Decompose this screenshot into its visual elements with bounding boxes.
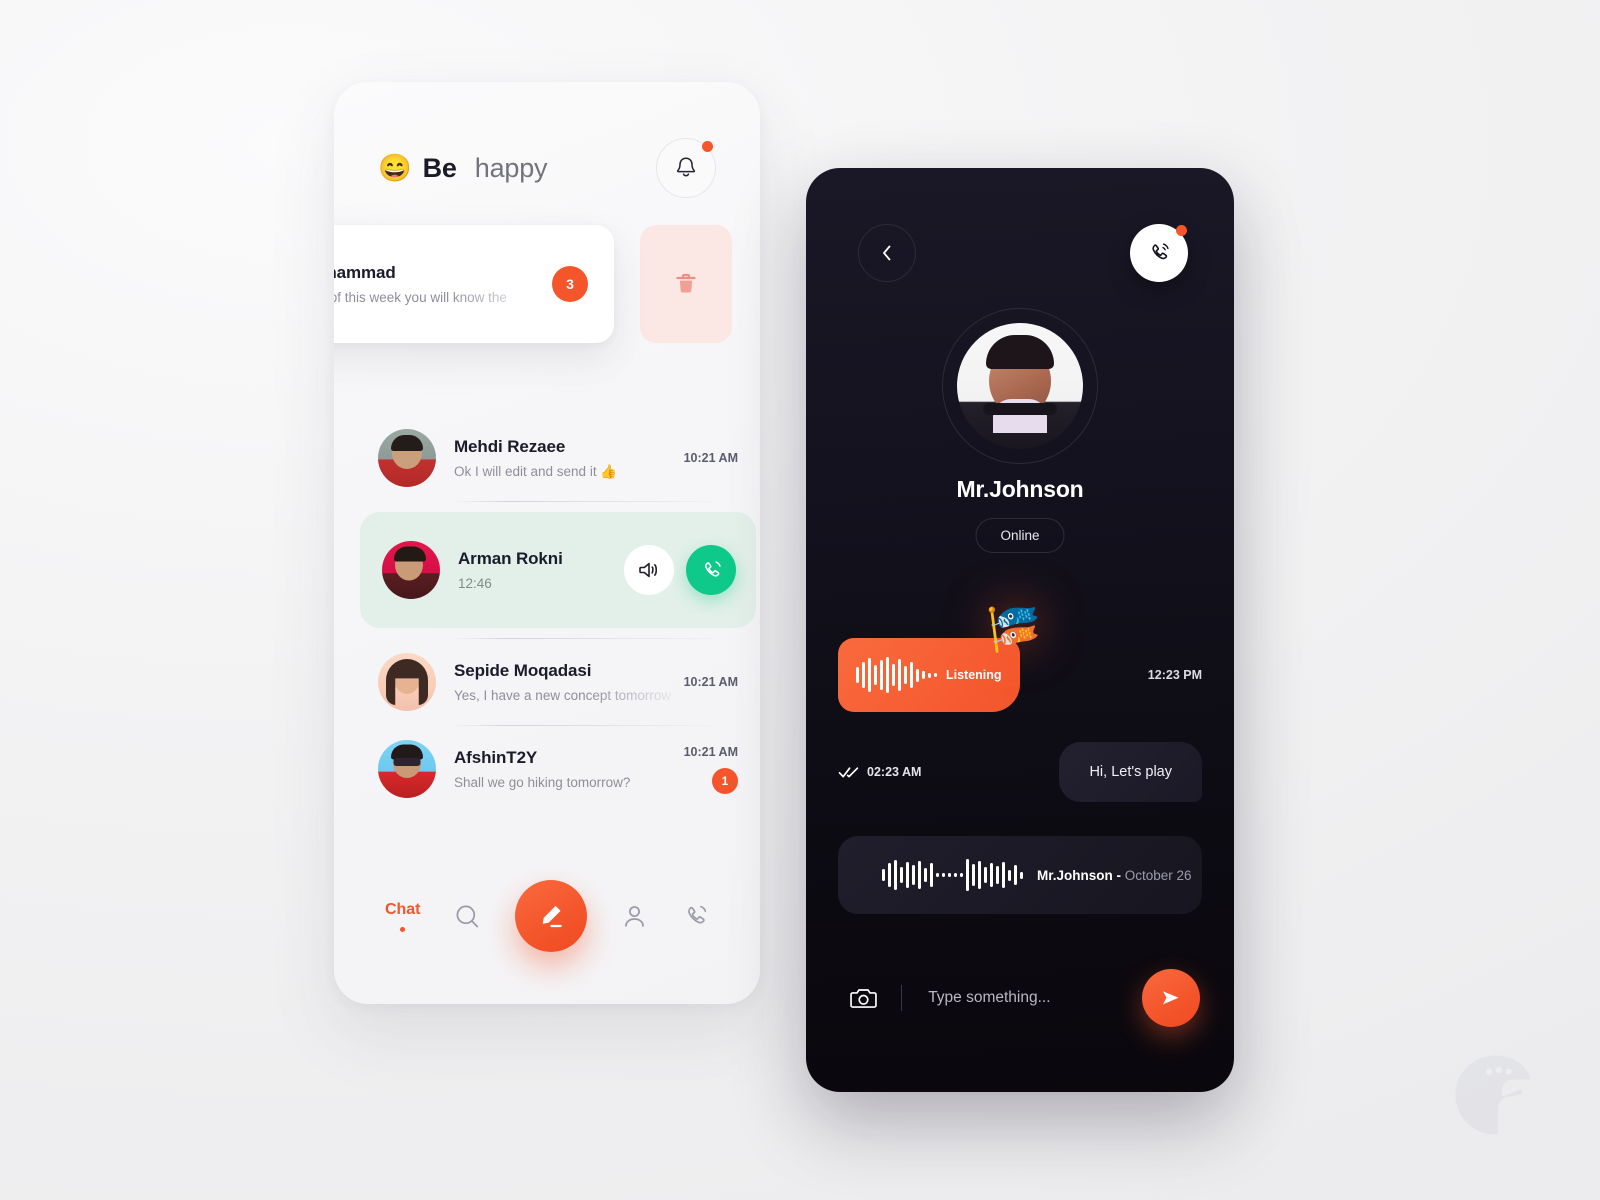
- unread-badge: 1: [712, 767, 738, 794]
- sent-message-time: 02:23 AM: [867, 765, 922, 779]
- peacock-logo: [1452, 1052, 1538, 1138]
- app-canvas: 😄 Be happy ammad f this week you will kn…: [0, 0, 1600, 1200]
- title-bold: Be: [422, 152, 457, 183]
- message-status: 02:23 AM: [838, 765, 921, 779]
- call-notification-dot: [1176, 225, 1187, 236]
- back-button[interactable]: [858, 224, 916, 282]
- message-composer: [806, 958, 1234, 1038]
- call-duration: 12:46: [458, 576, 492, 591]
- compose-button[interactable]: [515, 880, 588, 952]
- grinning-face-icon: 😄: [378, 152, 412, 183]
- avatar: [378, 429, 436, 487]
- unread-badge: 3: [552, 266, 588, 302]
- start-call-button[interactable]: [1130, 224, 1188, 282]
- call-card-texts: Arman Rokni 12:46: [458, 549, 624, 591]
- voice-message-time: 12:23 PM: [1147, 668, 1202, 682]
- conversation-header: [858, 222, 1188, 284]
- chat-item-preview: Yes, I have a new concept tomorrow: [454, 688, 672, 703]
- contact-avatar-ring: [942, 308, 1098, 464]
- nav-item-chat[interactable]: Chat: [385, 901, 421, 932]
- avatar: [382, 541, 440, 599]
- audio-track-artist: Mr.Johnson -: [1037, 867, 1121, 883]
- bottom-navigation: Chat: [334, 868, 760, 964]
- nav-item-calls[interactable]: [682, 903, 709, 930]
- message-input[interactable]: [928, 989, 1142, 1007]
- search-icon: [456, 905, 479, 927]
- chat-item-name: Sepide Moqadasi: [454, 661, 592, 680]
- chat-item-time: 10:21 AM: [683, 675, 738, 689]
- audio-waveform: [882, 859, 1023, 891]
- audio-track-meta: Mr.Johnson - October 26: [1037, 868, 1192, 883]
- contact-name: Mr.Johnson: [956, 476, 1084, 502]
- speaker-button[interactable]: [624, 545, 674, 595]
- caller-name: Arman Rokni: [458, 549, 563, 568]
- swipe-row-mohammad: Mohammad End of this week you will know …: [334, 225, 732, 343]
- chat-item-texts: Mohammad End of this week you will know …: [334, 263, 552, 305]
- voice-status-label: Listening: [946, 668, 1002, 682]
- chat-item-afshint2y[interactable]: AfshinT2Y Shall we go hiking tomorrow? 1…: [378, 726, 738, 812]
- chat-list-screen: 😄 Be happy ammad f this week you will kn…: [334, 82, 760, 1004]
- list-divider: [450, 501, 712, 502]
- trash-icon: [676, 273, 696, 293]
- notification-dot: [702, 141, 713, 152]
- chat-item-name: AfshinT2Y: [454, 748, 538, 767]
- sent-message-bubble[interactable]: Hi, Let's play: [1059, 742, 1202, 802]
- avatar: [378, 740, 436, 798]
- avatar: [378, 653, 436, 711]
- chat-item-texts: Mehdi Rezaee Ok I will edit and send it …: [454, 437, 684, 480]
- nav-item-profile[interactable]: [621, 903, 648, 930]
- voice-waveform: [856, 657, 937, 693]
- incoming-call-card[interactable]: Arman Rokni 12:46: [360, 512, 756, 628]
- chat-item-name: Mohammad: [334, 263, 396, 282]
- double-check-icon: [838, 766, 859, 777]
- phone-icon: [1152, 243, 1169, 260]
- delete-chat-button[interactable]: [640, 225, 732, 343]
- page-title: 😄 Be happy: [378, 152, 548, 184]
- phone-icon: [704, 560, 721, 576]
- answer-call-button[interactable]: [686, 545, 736, 595]
- composer-divider: [901, 985, 903, 1011]
- status-badge[interactable]: Online: [975, 518, 1065, 553]
- title-light: happy: [474, 152, 548, 183]
- send-icon: [1163, 991, 1179, 1005]
- peacock-logo-icon: [1455, 1055, 1531, 1135]
- chat-item-preview: End of this week you will know the: [334, 290, 507, 305]
- avatar: [957, 323, 1083, 449]
- chat-item-mohammad[interactable]: Mohammad End of this week you will know …: [334, 225, 614, 343]
- chat-item-time: 10:21 AM: [683, 744, 738, 759]
- camera-icon[interactable]: [850, 986, 877, 1010]
- pencil-icon: [542, 905, 562, 928]
- audio-track-card[interactable]: Mr.Johnson - October 26: [838, 836, 1202, 914]
- send-button[interactable]: [1142, 969, 1200, 1027]
- nav-item-search[interactable]: [454, 903, 481, 930]
- chat-list: Mehdi Rezaee Ok I will edit and send it …: [360, 415, 756, 812]
- person-icon: [625, 905, 645, 927]
- chat-item-name: Mehdi Rezaee: [454, 436, 566, 456]
- bell-icon: [676, 157, 696, 177]
- chat-item-mehdi-rezaee[interactable]: Mehdi Rezaee Ok I will edit and send it …: [378, 415, 738, 501]
- notifications-button[interactable]: [656, 138, 716, 198]
- sent-message-row: 02:23 AM Hi, Let's play: [838, 736, 1202, 808]
- active-indicator-dot: [400, 926, 406, 932]
- voice-message-row: Listening 🎏 12:23 PM: [838, 608, 1202, 716]
- flag-emoji-icon: 🎏: [986, 605, 1041, 654]
- chat-item-texts: AfshinT2Y Shall we go hiking tomorrow?: [454, 748, 684, 790]
- audio-track-date: October 26: [1124, 867, 1192, 883]
- conversation-screen: Mr.Johnson Online Listening 🎏 12:23 PM 0…: [806, 168, 1234, 1092]
- phone-icon: [688, 905, 707, 923]
- chevron-left-icon: [883, 245, 891, 261]
- speaker-icon: [639, 562, 658, 578]
- chat-item-preview: Ok I will edit and send it 👍: [454, 463, 618, 479]
- chat-item-time: 10:21 AM: [683, 451, 738, 465]
- chat-item-sepide-moqadasi[interactable]: Sepide Moqadasi Yes, I have a new concep…: [378, 639, 738, 725]
- nav-chat-label: Chat: [384, 900, 421, 918]
- app-header: 😄 Be happy: [378, 136, 716, 200]
- chat-item-texts: Sepide Moqadasi Yes, I have a new concep…: [454, 661, 684, 703]
- chat-item-preview: Shall we go hiking tomorrow?: [454, 775, 631, 790]
